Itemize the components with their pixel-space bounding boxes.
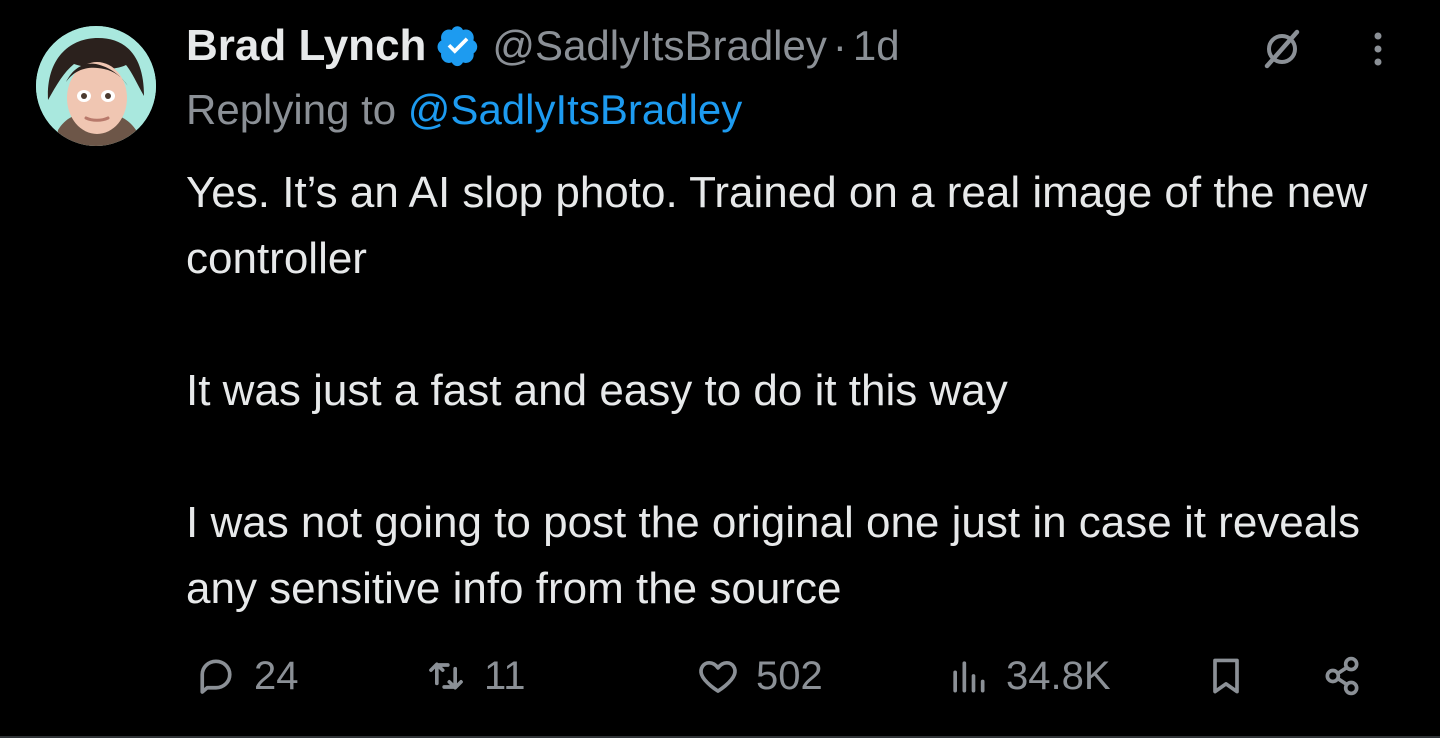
reply-icon	[200, 659, 232, 694]
view-count: 34.8K	[1006, 653, 1111, 698]
reply-button[interactable]: 24	[194, 646, 299, 706]
tweet[interactable]: Brad Lynch @SadlyItsBradley · 1d Replyin…	[0, 0, 1440, 738]
views-button[interactable]: 34.8K	[946, 646, 1111, 706]
like-button[interactable]: 502	[696, 646, 823, 706]
author-handle[interactable]: @SadlyItsBradley	[492, 22, 826, 70]
tweet-actions: 24 11 502 34.8K	[186, 646, 1376, 706]
tweet-paragraph: It was just a fast and easy to do it thi…	[186, 366, 1008, 415]
more-options-icon[interactable]	[1354, 25, 1402, 73]
reply-context: Replying to @SadlyItsBradley	[186, 86, 742, 134]
separator: ·	[832, 22, 847, 69]
tweet-paragraph: Yes. It’s an AI slop photo. Trained on a…	[186, 168, 1368, 283]
tweet-text: Yes. It’s an AI slop photo. Trained on a…	[186, 160, 1406, 622]
bookmark-button[interactable]	[1204, 646, 1264, 706]
share-icon	[1325, 656, 1359, 696]
retweet-button[interactable]: 11	[424, 646, 526, 706]
retweet-count: 11	[484, 653, 526, 698]
share-button[interactable]	[1320, 646, 1380, 706]
like-count: 502	[756, 653, 823, 698]
avatar[interactable]	[36, 26, 156, 146]
tweet-header: Brad Lynch @SadlyItsBradley · 1d	[186, 18, 900, 74]
tweet-paragraph: I was not going to post the original one…	[186, 498, 1361, 613]
reply-count: 24	[254, 653, 299, 698]
author-name[interactable]: Brad Lynch	[186, 21, 426, 71]
avatar-image	[36, 26, 156, 146]
retweet-icon	[429, 662, 463, 690]
replying-to-label: Replying to	[186, 86, 397, 133]
views-icon	[953, 661, 985, 693]
timestamp[interactable]: 1d	[853, 22, 900, 70]
reply-handle-link[interactable]: @SadlyItsBradley	[408, 86, 742, 133]
verified-badge-icon	[437, 26, 478, 67]
bookmark-icon	[1213, 658, 1239, 694]
heart-icon	[699, 660, 737, 693]
grok-icon[interactable]	[1258, 25, 1306, 73]
